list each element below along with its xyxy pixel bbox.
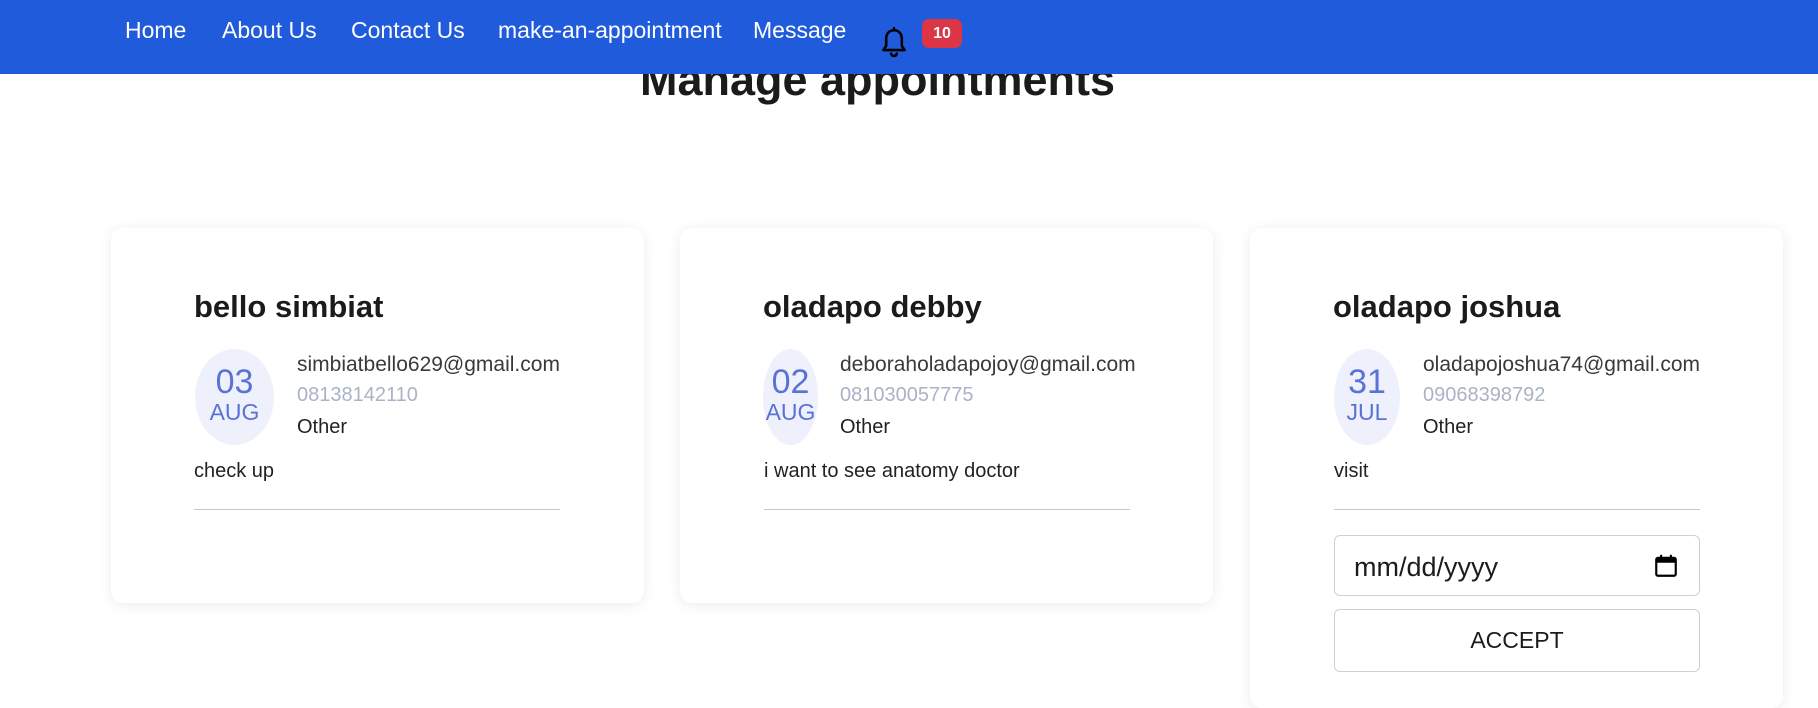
date-day: 31 — [1348, 363, 1386, 401]
navbar: Home About Us Contact Us make-an-appoint… — [0, 0, 1818, 74]
patient-phone: 09068398792 — [1423, 384, 1546, 406]
appointment-category: Other — [1423, 416, 1474, 438]
calendar-icon[interactable] — [1653, 553, 1679, 579]
nav-link-contact-us[interactable]: Contact Us — [351, 16, 465, 44]
nav-link-about-us[interactable]: About Us — [222, 16, 317, 44]
date-day: 02 — [771, 363, 810, 401]
date-input-placeholder: mm/dd/yyyy — [1354, 552, 1499, 582]
appointment-reason: check up — [194, 460, 275, 482]
date-badge: 03 AUG — [195, 349, 274, 445]
patient-email: simbiatbello629@gmail.com — [297, 353, 560, 376]
appointment-reason: visit — [1334, 460, 1369, 482]
appointment-category: Other — [840, 416, 891, 438]
bell-icon[interactable] — [877, 26, 911, 60]
divider — [1334, 509, 1700, 510]
patient-phone: 081030057775 — [840, 384, 974, 406]
notification-badge: 10 — [922, 19, 962, 48]
patient-name: oladapo debby — [763, 289, 982, 324]
date-badge: 31 JUL — [1334, 349, 1400, 445]
appointment-card — [111, 228, 644, 603]
appointment-date-input[interactable]: mm/dd/yyyy — [1334, 535, 1700, 596]
nav-link-home[interactable]: Home — [125, 16, 186, 44]
patient-name: bello simbiat — [194, 289, 384, 324]
appointment-card — [680, 228, 1213, 603]
nav-link-message[interactable]: Message — [753, 16, 846, 44]
patient-email: deboraholadapojoy@gmail.com — [840, 353, 1136, 376]
date-badge: 02 AUG — [763, 349, 818, 445]
nav-link-make-an-appointment[interactable]: make-an-appointment — [498, 16, 722, 44]
appointment-reason: i want to see anatomy doctor — [764, 460, 1020, 482]
divider — [764, 509, 1130, 510]
patient-name: oladapo joshua — [1333, 289, 1561, 324]
patient-email: oladapojoshua74@gmail.com — [1423, 353, 1700, 376]
date-month: AUG — [765, 399, 816, 425]
divider — [194, 509, 560, 510]
date-month: AUG — [209, 399, 260, 425]
appointment-category: Other — [297, 416, 348, 438]
date-day: 03 — [215, 363, 254, 401]
patient-phone: 08138142110 — [297, 384, 418, 406]
date-month: JUL — [1346, 399, 1388, 425]
accept-button[interactable]: ACCEPT — [1334, 609, 1700, 672]
